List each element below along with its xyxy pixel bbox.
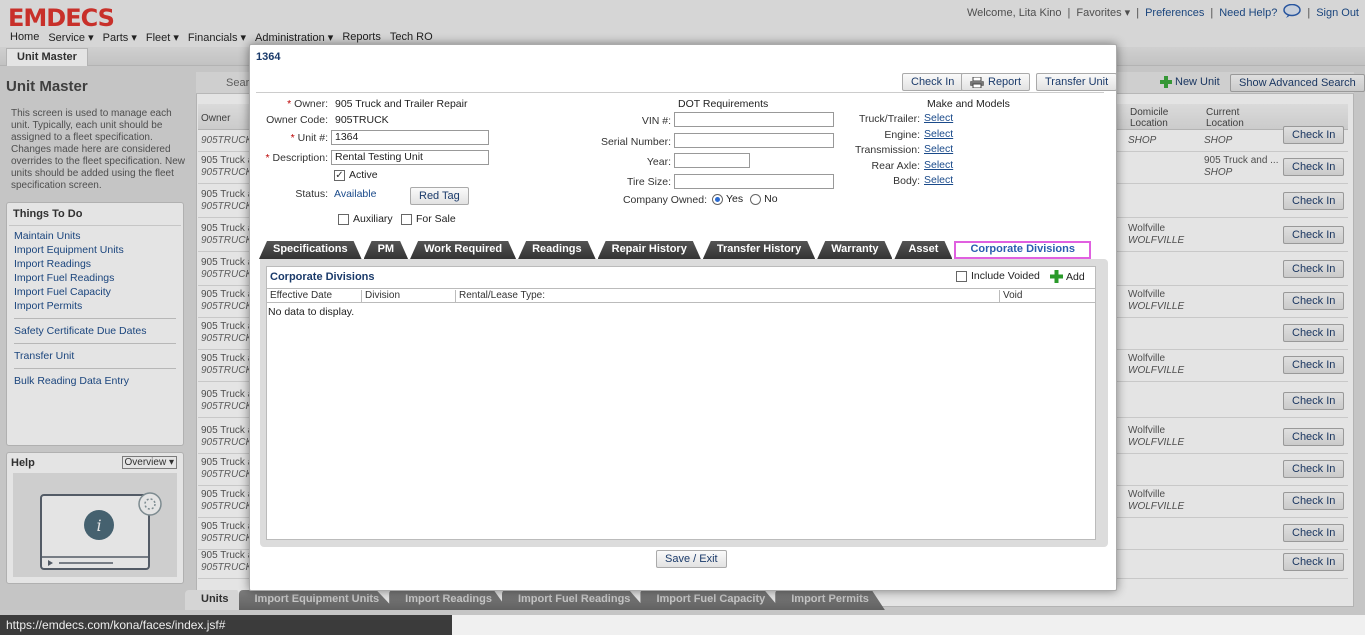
checkbox-unchecked (956, 270, 967, 282)
checkbox-checked: ✓ (334, 169, 345, 181)
rear-axle-label: Rear Axle: (871, 160, 920, 172)
col-effective-date[interactable]: Effective Date (267, 290, 362, 303)
truck-trailer-select-link[interactable]: Select (924, 112, 953, 124)
unit-number-input[interactable]: 1364 (331, 130, 489, 145)
auxiliary-label: Auxiliary (353, 213, 393, 225)
add-division-button[interactable]: Add (1050, 270, 1085, 283)
col-rental-lease-type[interactable]: Rental/Lease Type: (456, 290, 1000, 303)
engine-label: Engine: (884, 129, 920, 141)
year-input[interactable] (674, 153, 750, 168)
check-in-button[interactable]: Check In (902, 73, 964, 91)
plus-icon (1050, 270, 1063, 283)
auxiliary-checkbox[interactable]: Auxiliary (338, 213, 393, 225)
add-label: Add (1066, 270, 1085, 283)
truck-trailer-label: Truck/Trailer: (858, 113, 920, 125)
serial-number-label: Serial Number: (600, 136, 671, 148)
year-label: Year: (646, 156, 671, 168)
owner-value: 905 Truck and Trailer Repair (335, 98, 468, 110)
company-owned-label: Company Owned: (622, 194, 707, 206)
radio-no[interactable] (750, 193, 762, 205)
unit-number-label: * Unit #: (290, 132, 328, 144)
report-label: Report (988, 76, 1022, 88)
checkbox-unchecked (338, 213, 349, 225)
owner-code-value: 905TRUCK (335, 114, 389, 126)
active-label: Active (349, 169, 378, 181)
tire-size-label: Tire Size: (627, 176, 671, 188)
col-division[interactable]: Division (362, 290, 456, 303)
tab-pm[interactable]: PM (364, 241, 409, 259)
vin-label: VIN #: (641, 115, 671, 127)
tab-work-required[interactable]: Work Required (410, 241, 516, 259)
include-voided-label: Include Voided (971, 270, 1040, 282)
engine-select-link[interactable]: Select (924, 128, 953, 140)
tab-readings[interactable]: Readings (518, 241, 596, 259)
transfer-unit-button[interactable]: Transfer Unit (1036, 73, 1118, 91)
radio-yes[interactable] (712, 193, 723, 205)
save-exit-button[interactable]: Save / Exit (656, 550, 727, 568)
unit-detail-tabs: Specifications PM Work Required Readings… (259, 241, 1093, 259)
body-label: Body: (893, 175, 920, 187)
active-checkbox[interactable]: ✓ Active (334, 169, 378, 181)
serial-number-input[interactable] (674, 133, 834, 148)
checkbox-unchecked (401, 213, 412, 225)
tab-asset[interactable]: Asset (894, 241, 952, 259)
tab-specifications[interactable]: Specifications (259, 241, 362, 259)
no-label: No (764, 193, 778, 205)
tab-corporate-divisions[interactable]: Corporate Divisions (954, 241, 1091, 259)
printer-icon (970, 76, 984, 88)
corporate-divisions-panel: Corporate Divisions Include Voided Add E… (266, 266, 1096, 540)
status-value: Available (334, 188, 377, 200)
rear-axle-select-link[interactable]: Select (924, 159, 953, 171)
company-owned-radio-group: Yes No (712, 193, 778, 205)
transmission-select-link[interactable]: Select (924, 143, 953, 155)
yes-label: Yes (726, 193, 744, 205)
dialog-title: 1364 (256, 51, 281, 63)
corporate-divisions-table-header: Effective Date Division Rental/Lease Typ… (267, 288, 1095, 303)
description-label: * Description: (265, 152, 328, 164)
description-input[interactable]: Rental Testing Unit (331, 150, 489, 165)
tab-repair-history[interactable]: Repair History (598, 241, 701, 259)
empty-table-message: No data to display. (268, 306, 355, 318)
red-tag-button[interactable]: Red Tag (410, 187, 469, 205)
for-sale-label: For Sale (416, 213, 456, 225)
make-and-models-title: Make and Models (927, 98, 1010, 110)
status-label: Status: (295, 188, 328, 200)
for-sale-checkbox[interactable]: For Sale (401, 213, 456, 225)
browser-status-url: https://emdecs.com/kona/faces/index.jsf# (0, 615, 452, 635)
include-voided-checkbox[interactable]: Include Voided (956, 270, 1040, 282)
tab-warranty[interactable]: Warranty (817, 241, 892, 259)
dot-requirements-title: DOT Requirements (678, 98, 769, 110)
col-void[interactable]: Void (1000, 290, 1095, 303)
vin-input[interactable] (674, 112, 834, 127)
report-button[interactable]: Report (961, 73, 1031, 91)
body-select-link[interactable]: Select (924, 174, 953, 186)
corporate-divisions-title: Corporate Divisions (270, 271, 375, 283)
transmission-label: Transmission: (855, 144, 920, 156)
tire-size-input[interactable] (674, 174, 834, 189)
unit-detail-dialog: 1364 Check In Report Transfer Unit * Own… (249, 44, 1118, 591)
dialog-toolbar: Check In Report Transfer Unit (256, 73, 1118, 93)
tab-transfer-history[interactable]: Transfer History (703, 241, 815, 259)
owner-code-label: Owner Code: (266, 114, 328, 126)
owner-label: * Owner: (287, 98, 328, 110)
